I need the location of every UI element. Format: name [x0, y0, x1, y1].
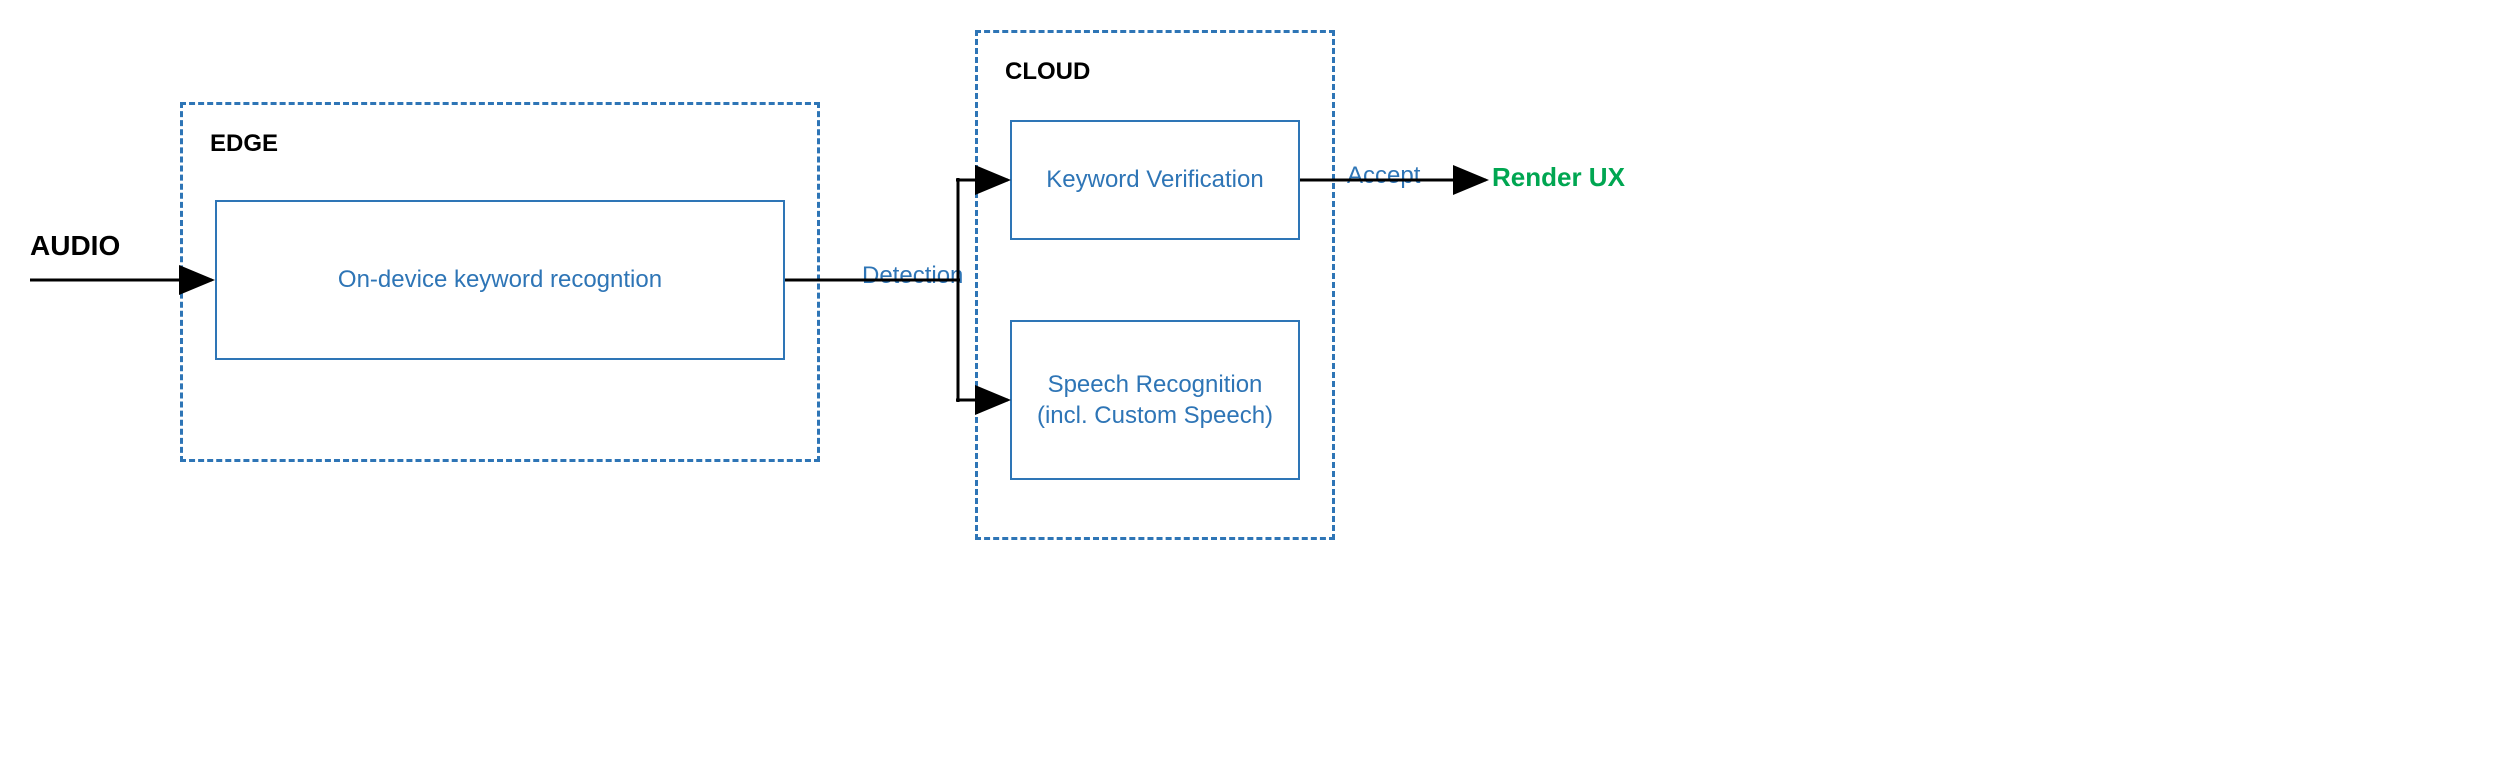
edge-group-label: EDGE	[210, 130, 278, 158]
cloud-group-label: CLOUD	[1005, 58, 1090, 86]
detection-flow-label: Detection	[862, 262, 963, 290]
accept-flow-label: Accept	[1347, 162, 1420, 190]
keyword-verification-box: Keyword Verification	[1010, 120, 1300, 240]
speech-recognition-text: Speech Recognition (incl. Custom Speech)	[1037, 369, 1273, 431]
audio-input-label: AUDIO	[30, 230, 120, 262]
keyword-verification-text: Keyword Verification	[1046, 164, 1263, 195]
render-ux-label: Render UX	[1492, 162, 1625, 193]
on-device-keyword-recognition-box: On-device keyword recogntion	[215, 200, 785, 360]
on-device-keyword-recognition-text: On-device keyword recogntion	[338, 264, 662, 295]
speech-recognition-box: Speech Recognition (incl. Custom Speech)	[1010, 320, 1300, 480]
